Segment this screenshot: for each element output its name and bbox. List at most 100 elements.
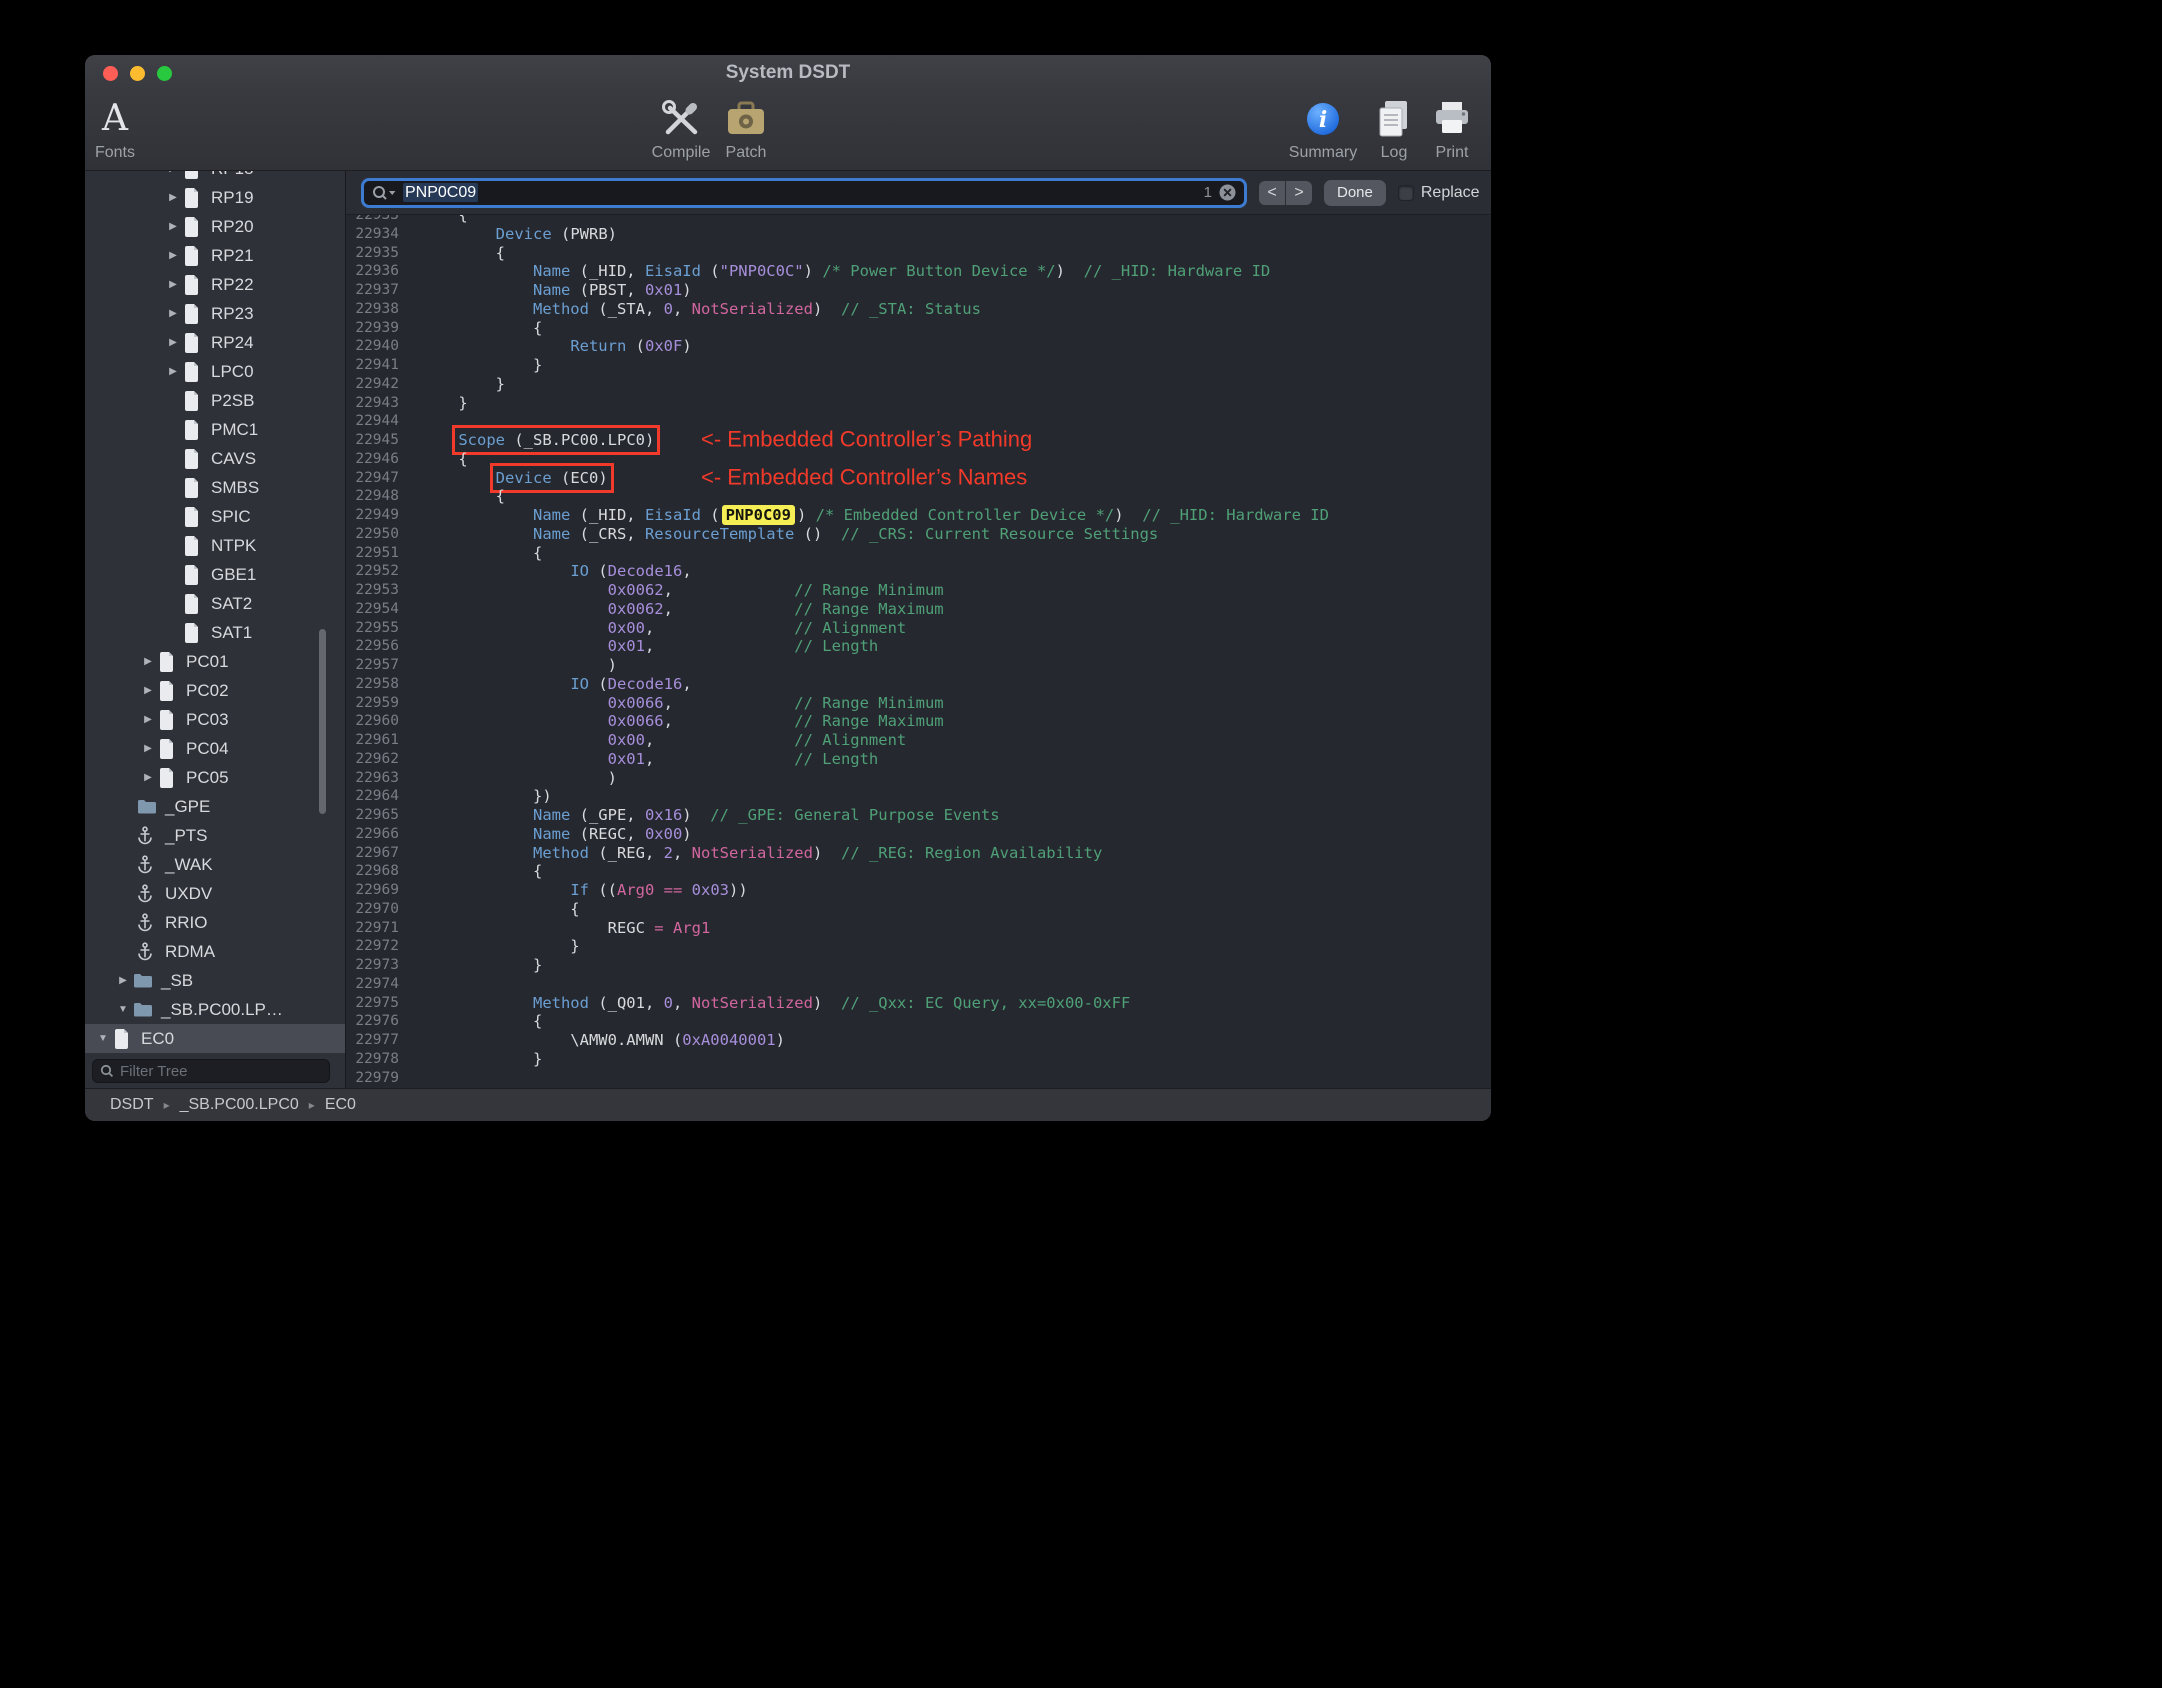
sidebar-item-rp23[interactable]: ▶ RP23 [93, 299, 345, 328]
disclosure-right-icon[interactable]: ▶ [138, 772, 158, 783]
sidebar-item-pc01[interactable]: ▶ PC01 [93, 647, 345, 676]
code-token: Decode16 [607, 674, 683, 693]
sidebar-item-ec0[interactable]: ▼ EC0 [85, 1024, 345, 1053]
doc-icon [183, 593, 209, 614]
sidebar-item-cavs[interactable]: CAVS [93, 444, 345, 473]
code-token: , [663, 599, 795, 618]
code-token: NotSerialized [691, 843, 813, 862]
doc-icon [158, 680, 184, 701]
summary-button[interactable]: i Summary [1289, 97, 1357, 162]
zoom-button[interactable] [157, 66, 172, 81]
filter-input[interactable]: Filter Tree [92, 1059, 330, 1083]
toolbar: A Fonts Compile Patch i Summary Log Prin… [85, 91, 1491, 171]
code-line: 22963 ) [346, 769, 1491, 788]
sidebar-item-uxdv[interactable]: UXDV [93, 879, 345, 908]
method-icon [137, 942, 163, 961]
line-number: 22954 [355, 600, 399, 617]
sidebar-item-pmc1[interactable]: PMC1 [93, 415, 345, 444]
search-input[interactable]: PNP0C09 1 [361, 177, 1247, 208]
code-line-content: IO (Decode16, [408, 674, 691, 694]
disclosure-right-icon[interactable]: ▶ [138, 656, 158, 667]
breadcrumb-item-dsdt[interactable]: DSDT [110, 1096, 154, 1113]
sidebar-item-pc04[interactable]: ▶ PC04 [93, 734, 345, 763]
minimize-button[interactable] [130, 66, 145, 81]
sidebar-item-pc03[interactable]: ▶ PC03 [93, 705, 345, 734]
sidebar-item-rp18[interactable]: ▶ RP18 [93, 171, 345, 183]
sidebar-item-spic[interactable]: SPIC [93, 502, 345, 531]
sidebar-item-rrio[interactable]: RRIO [93, 908, 345, 937]
sidebar-item-rp21[interactable]: ▶ RP21 [93, 241, 345, 270]
disclosure-right-icon[interactable]: ▶ [163, 366, 183, 377]
disclosure-right-icon[interactable]: ▶ [163, 308, 183, 319]
disclosure-right-icon[interactable]: ▶ [163, 279, 183, 290]
sidebar-item-pc05[interactable]: ▶ PC05 [93, 763, 345, 792]
sidebar-item-rdma[interactable]: RDMA [93, 937, 345, 966]
patch-button[interactable]: Patch [714, 97, 778, 162]
sidebar-item-_wak[interactable]: _WAK [93, 850, 345, 879]
doc-icon [183, 216, 209, 237]
sidebar-item-_pts[interactable]: _PTS [93, 821, 345, 850]
log-button[interactable]: Log [1366, 97, 1422, 162]
sidebar-item-sat1[interactable]: SAT1 [93, 618, 345, 647]
find-nav-buttons: < > [1259, 180, 1312, 205]
disclosure-down-icon[interactable]: ▼ [93, 1033, 113, 1044]
doc-icon [183, 274, 209, 295]
print-button[interactable]: Print [1424, 97, 1480, 162]
sidebar-item-rp19[interactable]: ▶ RP19 [93, 183, 345, 212]
sidebar-item-rp24[interactable]: ▶ RP24 [93, 328, 345, 357]
disclosure-right-icon[interactable]: ▶ [138, 714, 158, 725]
disclosure-right-icon[interactable]: ▶ [163, 221, 183, 232]
close-button[interactable] [103, 66, 118, 81]
breadcrumb-item-ec0[interactable]: EC0 [325, 1096, 356, 1113]
line-number: 22951 [355, 544, 399, 561]
sidebar-scrollbar[interactable] [319, 629, 326, 814]
doc-icon [183, 332, 209, 353]
sidebar-item-_gpe[interactable]: _GPE [93, 792, 345, 821]
code-token: Scope [458, 431, 505, 449]
sidebar-item-rp22[interactable]: ▶ RP22 [93, 270, 345, 299]
code-token: Method [532, 993, 589, 1012]
sidebar-item-ntpk[interactable]: NTPK [93, 531, 345, 560]
breadcrumb-item-_sb.pc00.lpc0[interactable]: _SB.PC00.LPC0 [180, 1096, 299, 1113]
sidebar-item-smbs[interactable]: SMBS [93, 473, 345, 502]
sidebar-item-rp20[interactable]: ▶ RP20 [93, 212, 345, 241]
disclosure-right-icon[interactable]: ▶ [138, 743, 158, 754]
sidebar-item-label: PC03 [186, 709, 229, 729]
sidebar-item-sat2[interactable]: SAT2 [93, 589, 345, 618]
doc-icon [183, 187, 209, 208]
find-previous-button[interactable]: < [1259, 180, 1285, 205]
disclosure-right-icon[interactable]: ▶ [163, 171, 183, 174]
find-next-button[interactable]: > [1286, 180, 1312, 205]
disclosure-right-icon[interactable]: ▶ [138, 685, 158, 696]
sidebar-item-label: RP19 [211, 187, 254, 207]
fonts-button[interactable]: A Fonts [85, 97, 147, 162]
compile-button[interactable]: Compile [649, 97, 713, 162]
method-icon [137, 855, 163, 874]
code-token: 0x16 [644, 806, 683, 824]
disclosure-right-icon[interactable]: ▶ [163, 337, 183, 348]
sidebar-item-pc02[interactable]: ▶ PC02 [93, 676, 345, 705]
disclosure-right-icon[interactable]: ▶ [163, 192, 183, 203]
sidebar-item-_sb[interactable]: ▶ _SB [93, 966, 345, 995]
disclosure-down-icon[interactable]: ▼ [113, 1004, 133, 1015]
search-menu-icon[interactable] [372, 185, 396, 201]
replace-toggle[interactable]: Replace [1397, 184, 1480, 202]
find-bar: PNP0C09 1 < > Done Replace [346, 171, 1491, 215]
sidebar-item-_sb.pc00.lp…[interactable]: ▼ _SB.PC00.LP… [93, 995, 345, 1024]
code-editor[interactable]: 22933 {22934 Device (PWRB) 22935 {22936 N… [346, 215, 1491, 1088]
disclosure-right-icon[interactable]: ▶ [113, 975, 133, 986]
sidebar-item-gbe1[interactable]: GBE1 [93, 560, 345, 589]
code-line-content: Device (EC0) [408, 462, 614, 493]
doc-icon [183, 448, 209, 469]
sidebar-item-lpc0[interactable]: ▶ LPC0 [93, 357, 345, 386]
code-token: Method [532, 843, 589, 862]
sidebar-item-p2sb[interactable]: P2SB [93, 386, 345, 415]
line-number: 22978 [355, 1050, 399, 1067]
disclosure-right-icon[interactable]: ▶ [163, 250, 183, 261]
done-button[interactable]: Done [1324, 179, 1386, 206]
code-token: }) [421, 787, 552, 806]
replace-checkbox[interactable] [1397, 184, 1414, 201]
clear-search-icon[interactable] [1219, 184, 1236, 201]
code-token: { [421, 1012, 543, 1031]
